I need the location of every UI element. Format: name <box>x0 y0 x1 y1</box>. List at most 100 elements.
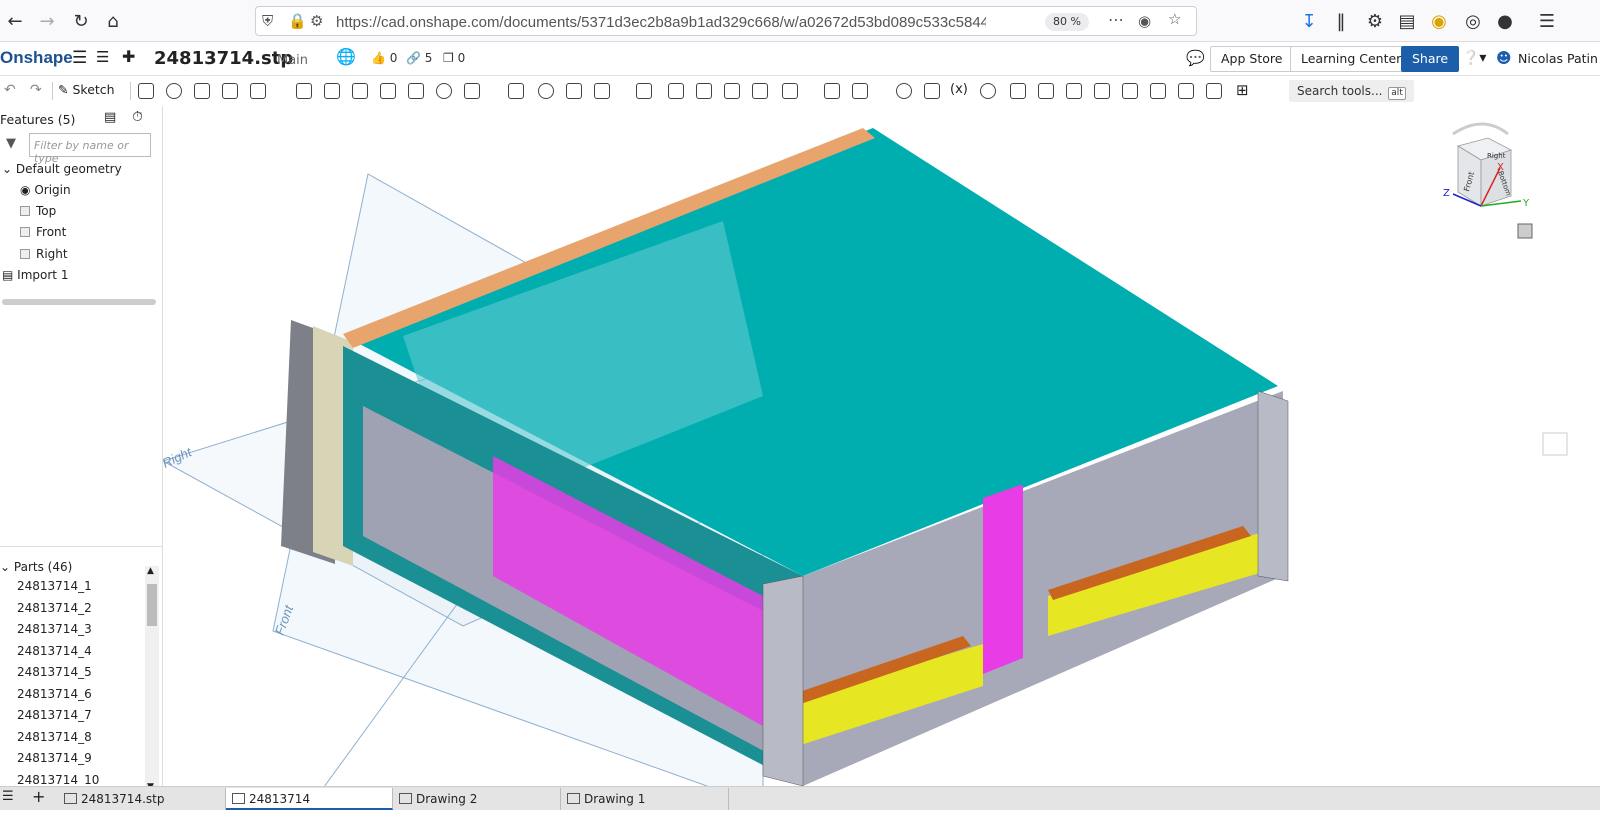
redo-icon[interactable]: ↷ <box>30 82 42 98</box>
fillet-icon[interactable] <box>296 83 312 99</box>
plane-icon[interactable] <box>824 83 840 99</box>
globe-icon[interactable]: 🌐 <box>336 47 356 66</box>
likes-count[interactable]: 👍 0 <box>371 51 397 65</box>
lock-icon[interactable]: 🔒 <box>288 12 307 30</box>
mate-connector-icon[interactable] <box>852 83 868 99</box>
user-avatar-icon[interactable]: ☻ <box>1496 49 1512 67</box>
part-list-item[interactable]: 24813714_4 <box>0 641 163 663</box>
view-cube[interactable]: Front Right Bottom X Y Z <box>1443 122 1530 209</box>
shield-icon[interactable]: ⛨ <box>262 12 273 30</box>
tab-part-studio[interactable]: 24813714 <box>226 788 393 810</box>
delete-part-icon[interactable] <box>636 83 652 99</box>
download-icon[interactable]: ↧ <box>1296 8 1322 34</box>
document-title[interactable]: 24813714.stp <box>154 48 293 69</box>
rear-post[interactable] <box>1257 390 1289 582</box>
tab-drawing-2[interactable]: Drawing 2 <box>393 788 561 810</box>
helix-icon[interactable] <box>896 83 912 99</box>
links-count[interactable]: 🔗 5 <box>406 51 432 65</box>
draft-icon[interactable] <box>352 83 368 99</box>
modify-fillet-icon[interactable] <box>668 83 684 99</box>
undo-icon[interactable]: ↶ <box>4 82 16 98</box>
extrude-icon[interactable] <box>138 83 154 99</box>
part-list-item[interactable]: 24813714_7 <box>0 705 163 727</box>
part-list-item[interactable]: 24813714_8 <box>0 727 163 749</box>
graphics-viewport[interactable]: Front Right Front Right Bottom X Y Z <box>163 106 1600 802</box>
hole-icon[interactable] <box>436 83 452 99</box>
back-icon[interactable]: ← <box>2 8 28 34</box>
appearance-panel-icon[interactable] <box>1542 432 1568 456</box>
transform-icon[interactable] <box>594 83 610 99</box>
tab-icon[interactable] <box>1094 83 1110 99</box>
model-render[interactable]: Front Right Front Right Bottom X Y Z <box>163 106 1600 802</box>
tab-drawing-1[interactable]: Drawing 1 <box>561 788 729 810</box>
form-icon[interactable] <box>1150 83 1166 99</box>
home-icon[interactable]: ⌂ <box>100 8 126 34</box>
copies-count[interactable]: ❐ 0 <box>443 51 465 65</box>
chamfer-icon[interactable] <box>324 83 340 99</box>
delete-face-icon[interactable] <box>696 83 712 99</box>
rib-icon[interactable] <box>380 83 396 99</box>
tree-front-plane[interactable]: Front <box>20 225 66 239</box>
sidebar-icon[interactable]: ▤ <box>1394 8 1420 34</box>
filter-input[interactable]: Filter by name or type <box>29 133 151 165</box>
move-face-icon[interactable] <box>724 83 740 99</box>
help-icon[interactable]: ❔▾ <box>1462 50 1486 66</box>
variable-icon[interactable]: (x) <box>950 82 968 97</box>
tree-right-plane[interactable]: Right <box>20 247 68 261</box>
revolve-icon[interactable] <box>166 83 182 99</box>
insert-icon[interactable]: ✚ <box>122 47 135 66</box>
corner-icon[interactable] <box>1178 83 1194 99</box>
user-name[interactable]: Nicolas Patin <box>1518 51 1598 66</box>
scroll-up-icon[interactable]: ▲ <box>147 566 154 576</box>
bookmark-star-icon[interactable]: ☆ <box>1168 10 1181 28</box>
comments-icon[interactable]: 💬 <box>1186 49 1205 67</box>
part-list-item[interactable]: 24813714_6 <box>0 684 163 706</box>
boolean-icon[interactable] <box>538 83 554 99</box>
part-list-item[interactable]: 24813714_3 <box>0 619 163 641</box>
front-post[interactable] <box>762 575 804 787</box>
rotate-arrow-icon[interactable] <box>1452 122 1509 136</box>
part-list-item[interactable]: 24813714_9 <box>0 748 163 770</box>
tree-default-geometry[interactable]: ⌄ Default geometry <box>2 162 122 176</box>
part-list-item[interactable]: 24813714_2 <box>0 598 163 620</box>
add-tab-icon[interactable]: + <box>32 787 45 806</box>
onshape-logo[interactable]: Onshape <box>0 48 73 68</box>
offset-surface-icon[interactable] <box>782 83 798 99</box>
scroll-thumb[interactable] <box>147 584 157 626</box>
filter-icon[interactable]: ▼ <box>6 136 16 151</box>
replace-face-icon[interactable] <box>752 83 768 99</box>
linear-pattern-icon[interactable] <box>464 83 480 99</box>
feature-list-scrollbar[interactable] <box>2 299 156 305</box>
shell-icon[interactable] <box>408 83 424 99</box>
zoom-level[interactable]: 80 % <box>1045 13 1089 31</box>
library-icon[interactable]: ‖ <box>1328 8 1354 34</box>
timer-icon[interactable]: ⏱ <box>132 109 143 125</box>
mirror-icon[interactable] <box>508 83 524 99</box>
permissions-icon[interactable]: ⚙ <box>310 12 323 30</box>
url-text[interactable]: https://cad.onshape.com/documents/5371d3… <box>336 14 986 31</box>
sweep-icon[interactable] <box>194 83 210 99</box>
pocket-icon[interactable]: ◉ <box>1138 12 1151 30</box>
app-store-button[interactable]: App Store <box>1210 46 1294 72</box>
3d-fit-spline-icon[interactable] <box>924 83 940 99</box>
split-icon[interactable] <box>566 83 582 99</box>
branch-label[interactable]: Main <box>277 53 308 68</box>
more-actions-icon[interactable]: ⋯ <box>1108 10 1124 29</box>
view-mode-cube-icon[interactable] <box>1517 223 1533 239</box>
hem-icon[interactable] <box>1066 83 1082 99</box>
parts-scrollbar[interactable]: ▲ ▼ <box>145 566 159 796</box>
tree-origin[interactable]: ◉ Origin <box>20 183 71 197</box>
rollback-icon[interactable]: ▤ <box>104 110 116 125</box>
url-bar[interactable]: ⛨ 🔒 ⚙ https://cad.onshape.com/documents/… <box>255 6 1197 36</box>
sheet-metal-icon[interactable] <box>1010 83 1026 99</box>
loft-icon[interactable] <box>222 83 238 99</box>
settings-gear-icon[interactable]: ⚙ <box>1362 8 1388 34</box>
tree-import[interactable]: ▤ Import 1 <box>2 268 68 282</box>
hamburger-menu-icon[interactable]: ☰ <box>1534 8 1560 34</box>
extension-balls-icon[interactable]: ● <box>1492 8 1518 34</box>
reload-icon[interactable]: ↻ <box>68 8 94 34</box>
extension-icon[interactable]: ◉ <box>1426 8 1452 34</box>
finish-sheet-metal-icon[interactable] <box>1206 83 1222 99</box>
tree-top-plane[interactable]: Top <box>20 204 56 218</box>
tab-list-icon[interactable]: ☰ <box>2 789 14 804</box>
